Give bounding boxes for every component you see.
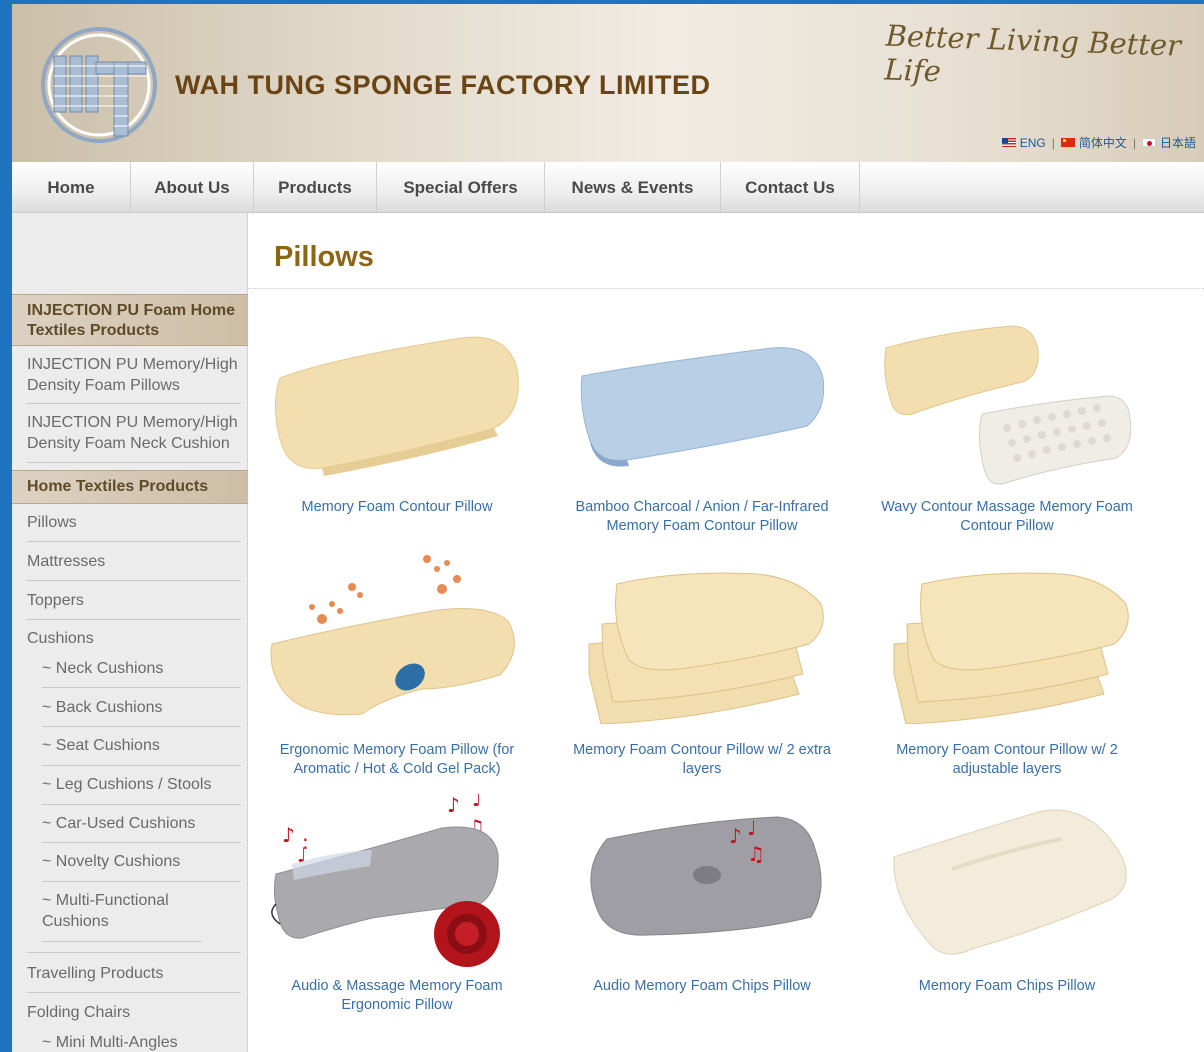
svg-text:♪: ♪ xyxy=(282,823,295,847)
nav-home[interactable]: Home xyxy=(12,162,131,213)
site-header: WAH TUNG SPONGE FACTORY LIMITED Better L… xyxy=(12,4,1204,162)
sidebar-item-travelling[interactable]: Travelling Products xyxy=(27,963,241,993)
svg-text:♩: ♩ xyxy=(472,794,481,811)
lang-separator: | xyxy=(1051,135,1055,150)
page-title: Pillows xyxy=(274,241,374,273)
product-caption[interactable]: Bamboo Charcoal / Anion / Far-Infrared M… xyxy=(567,498,837,536)
nav-special-offers[interactable]: Special Offers xyxy=(377,162,545,213)
product-image-audio-chips-pillow[interactable]: ♪ ♩ ♫ xyxy=(567,809,837,974)
company-name: WAH TUNG SPONGE FACTORY LIMITED xyxy=(175,70,711,100)
sidebar-item-mattresses[interactable]: Mattresses xyxy=(27,551,241,581)
sidebar-item-toppers[interactable]: Toppers xyxy=(27,590,241,620)
sidebar-subitem-mini-multi-angles[interactable]: ~ Mini Multi-Angles xyxy=(42,1032,241,1052)
title-divider xyxy=(248,288,1204,289)
sidebar-section-home-textiles[interactable]: Home Textiles Products xyxy=(12,470,248,504)
product-card[interactable]: ♪ ♩ ♫ ♪: ♩ Audio & Massage Memory Foam Ergo… xyxy=(262,787,532,1019)
product-image-chips-pillow[interactable] xyxy=(872,799,1142,974)
lang-english-label: ENG xyxy=(1019,135,1046,150)
product-image-contour-pillow-extra-layers[interactable] xyxy=(567,564,837,729)
sidebar: INJECTION PU Foam Home Textiles Products… xyxy=(12,213,248,1052)
product-caption[interactable]: Ergonomic Memory Foam Pillow (for Aromat… xyxy=(262,741,532,779)
svg-text:♪: ♪ xyxy=(447,794,460,817)
product-caption[interactable]: Memory Foam Contour Pillow w/ 2 extra la… xyxy=(567,741,837,779)
sidebar-subitem-back-cushions[interactable]: ~ Back Cushions xyxy=(42,697,241,727)
product-caption[interactable]: Memory Foam Contour Pillow w/ 2 adjustab… xyxy=(872,741,1142,779)
nav-contact-us[interactable]: Contact Us xyxy=(721,162,860,213)
product-image-bamboo-charcoal-pillow[interactable] xyxy=(567,318,837,483)
sidebar-divider xyxy=(27,944,241,953)
product-image-wavy-contour-pillow[interactable] xyxy=(872,318,1142,493)
product-caption[interactable]: Wavy Contour Massage Memory Foam Contour… xyxy=(872,498,1142,536)
lang-simplified-chinese[interactable]: 简体中文 xyxy=(1060,134,1127,151)
sidebar-subitem-seat-cushions[interactable]: ~ Seat Cushions xyxy=(42,735,241,766)
page-frame: WAH TUNG SPONGE FACTORY LIMITED Better L… xyxy=(12,4,1204,1052)
sidebar-item-cushions[interactable]: Cushions xyxy=(27,628,241,652)
lang-separator: | xyxy=(1132,135,1136,150)
sidebar-subitem-car-cushions[interactable]: ~ Car-Used Cushions xyxy=(42,813,241,843)
sidebar-section-injection[interactable]: INJECTION PU Foam Home Textiles Products xyxy=(12,294,248,346)
product-card[interactable]: Bamboo Charcoal / Anion / Far-Infrared M… xyxy=(567,318,837,558)
sidebar-subitem-novelty-cushions[interactable]: ~ Novelty Cushions xyxy=(42,851,241,882)
jp-flag-icon xyxy=(1141,138,1156,147)
svg-text:♩: ♩ xyxy=(747,816,756,840)
svg-text:♫: ♫ xyxy=(747,842,765,866)
lang-chinese-label: 简体中文 xyxy=(1078,136,1127,150)
lang-english[interactable]: ENG xyxy=(1001,135,1046,150)
product-card[interactable]: Memory Foam Contour Pillow w/ 2 adjustab… xyxy=(872,564,1142,784)
sidebar-item-injection-neck-cushion[interactable]: INJECTION PU Memory/High Density Foam Ne… xyxy=(27,412,241,463)
product-card[interactable]: Ergonomic Memory Foam Pillow (for Aromat… xyxy=(262,549,532,784)
slogan: Better Living Better Life xyxy=(883,18,1182,89)
language-switcher: ENG | 简体中文 | 日本語 xyxy=(1001,134,1196,151)
product-caption[interactable]: Memory Foam Contour Pillow xyxy=(262,498,532,517)
product-image-ergonomic-pillow[interactable] xyxy=(262,549,532,724)
nav-about-us[interactable]: About Us xyxy=(131,162,254,213)
nav-news-events[interactable]: News & Events xyxy=(545,162,721,213)
lang-japanese[interactable]: 日本語 xyxy=(1141,134,1196,151)
sidebar-item-injection-pillows[interactable]: INJECTION PU Memory/High Density Foam Pi… xyxy=(27,354,241,404)
cn-flag-icon xyxy=(1060,138,1075,147)
svg-text:♪: ♪ xyxy=(729,824,742,848)
product-caption[interactable]: Memory Foam Chips Pillow xyxy=(872,977,1142,996)
main-nav: Home About Us Products Special Offers Ne… xyxy=(12,162,1204,213)
product-card[interactable]: Memory Foam Contour Pillow w/ 2 extra la… xyxy=(567,564,837,784)
product-card[interactable]: Memory Foam Contour Pillow xyxy=(262,318,532,528)
sidebar-item-pillows[interactable]: Pillows xyxy=(27,512,241,542)
lang-japanese-label: 日本語 xyxy=(1159,136,1196,150)
sidebar-subitem-neck-cushions[interactable]: ~ Neck Cushions xyxy=(42,658,241,688)
product-card[interactable]: ♪ ♩ ♫ Audio Memory Foam Chips Pillow xyxy=(567,809,837,1004)
sidebar-subitem-multifunctional-cushions[interactable]: ~ Multi-Functional Cushions xyxy=(42,890,202,942)
product-image-contour-pillow-adjustable-layers[interactable] xyxy=(872,564,1142,729)
us-flag-icon xyxy=(1001,138,1016,147)
product-image-audio-massage-pillow[interactable]: ♪ ♩ ♫ ♪: ♩ xyxy=(262,787,532,979)
product-image-memory-foam-contour-pillow[interactable] xyxy=(262,318,532,483)
product-card[interactable]: Wavy Contour Massage Memory Foam Contour… xyxy=(872,318,1142,548)
sidebar-item-folding-chairs[interactable]: Folding Chairs xyxy=(27,1002,241,1026)
sidebar-subitem-leg-cushions[interactable]: ~ Leg Cushions / Stools xyxy=(42,774,241,805)
product-caption[interactable]: Audio Memory Foam Chips Pillow xyxy=(567,977,837,996)
nav-products[interactable]: Products xyxy=(254,162,377,213)
company-logo[interactable] xyxy=(40,26,158,144)
product-caption[interactable]: Audio & Massage Memory Foam Ergonomic Pi… xyxy=(262,977,532,1015)
product-card[interactable]: Memory Foam Chips Pillow xyxy=(872,799,1142,1004)
